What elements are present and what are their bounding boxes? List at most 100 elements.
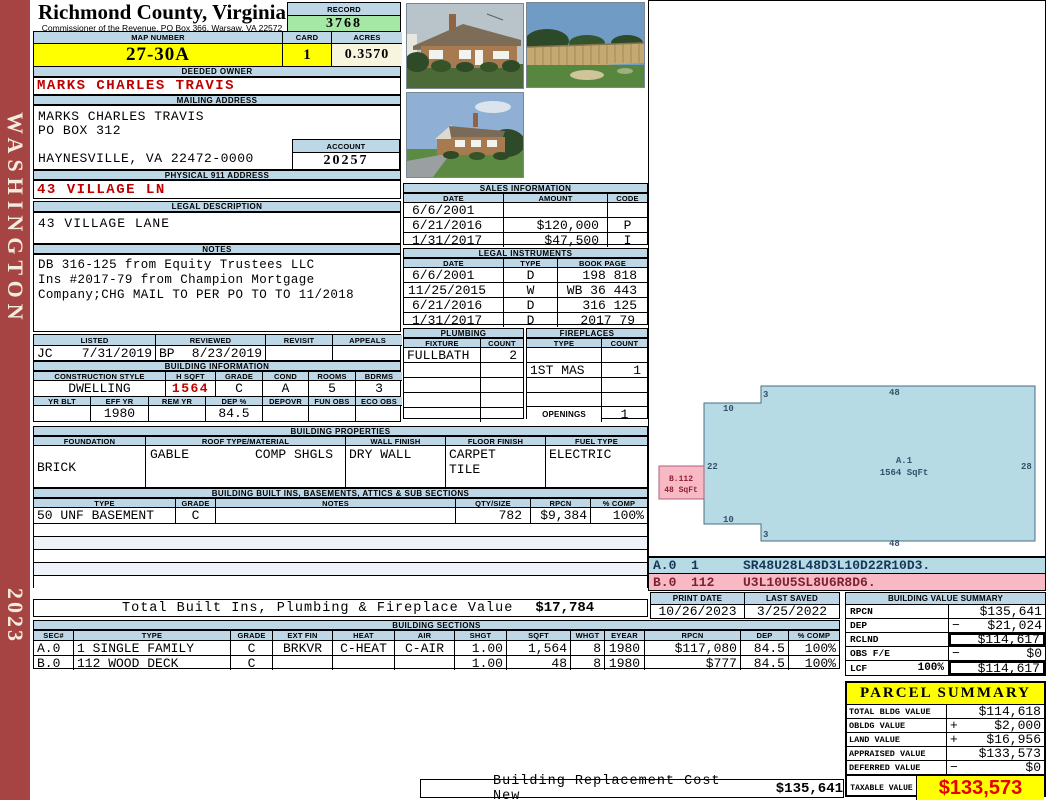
- deferred-value: $0: [1025, 760, 1041, 775]
- mailing-line-3: HAYNESVILLE, VA 22472-0000: [38, 151, 254, 166]
- replacement-cost-label: Building Replacement Cost New: [493, 773, 721, 804]
- revisit-value: [266, 346, 333, 360]
- cond-value: A: [263, 381, 309, 396]
- listed-label: LISTED: [34, 335, 156, 346]
- reviewed-label: REVIEWED: [156, 335, 266, 346]
- parcel-row: TOTAL BLDG VALUE $114,618: [847, 704, 1044, 719]
- roof-label: ROOF TYPE/MATERIAL: [146, 437, 346, 446]
- notes-line-2: Ins #2017-79 from Champion Mortgage: [38, 273, 315, 287]
- account-label: ACCOUNT: [293, 140, 399, 153]
- dim-top-3: 3: [763, 390, 768, 400]
- yrblt-label: YR BLT: [34, 397, 91, 406]
- sales-table: DATE AMOUNT CODE 6/6/2001 6/21/2016 $120…: [403, 193, 648, 247]
- parcel-row: OBLDG VALUE + $2,000: [847, 718, 1044, 733]
- account-box: ACCOUNT 20257: [292, 139, 400, 170]
- effyr-label: EFF YR: [91, 397, 149, 406]
- parcel-summary: PARCEL SUMMARY TOTAL BLDG VALUE $114,618…: [845, 681, 1046, 800]
- dim-right-28: 28: [1021, 462, 1032, 472]
- plumbing-table: FIXTURE COUNT FULLBATH 2: [403, 338, 524, 422]
- taxable-value-label: TAXABLE VALUE: [847, 776, 917, 800]
- land-value: $16,956: [986, 732, 1041, 747]
- instrument-row: 6/21/2016 D 316 125: [404, 298, 647, 313]
- total-builtins-label: Total Built Ins, Plumbing & Fireplace Va…: [122, 600, 514, 616]
- card-value: 1: [283, 44, 332, 66]
- fireplace-count-label: COUNT: [602, 339, 647, 348]
- print-date-label: PRINT DATE: [651, 593, 745, 605]
- ecoobs-label: ECO OBS: [356, 397, 402, 406]
- total-builtins-row: Total Built Ins, Plumbing & Fireplace Va…: [33, 599, 648, 617]
- funobs-value: [309, 406, 356, 421]
- hsqft-label: H SQFT: [166, 372, 216, 381]
- fuel-type-label: FUEL TYPE: [546, 437, 647, 446]
- instrument-row: 11/25/2015 W WB 36 443: [404, 283, 647, 298]
- instr-date-label: DATE: [404, 259, 504, 268]
- instrument-row: 6/6/2001 D 198 818: [404, 268, 647, 283]
- sales-row: 6/6/2001: [404, 203, 647, 218]
- notes-line-3: Company;CHG MAIL TO PER PO TO TO 11/2018: [38, 288, 355, 302]
- building-sketch: 3 10 48 22 28 10 3 48 A.1 1564 SqFt B.11…: [658, 385, 1036, 549]
- building-section-row: B.0 112 WOOD DECK C 1.00 48 8 1980 $777 …: [34, 656, 839, 670]
- sec-comp-label: % COMP: [789, 631, 839, 641]
- construction-style-value: DWELLING: [34, 381, 166, 396]
- instr-bookpage-label: BOOK PAGE: [558, 259, 647, 268]
- openings-count: 1: [620, 407, 629, 422]
- wall-finish-value: DRY WALL: [346, 446, 446, 487]
- title-block: Richmond County, Virginia Commissioner o…: [36, 1, 288, 33]
- sec-shgt-label: SHGT: [455, 631, 507, 641]
- sec-dep-label: DEP: [741, 631, 789, 641]
- physical-address-header: PHYSICAL 911 ADDRESS: [33, 170, 401, 180]
- deeded-owner-box: MARKS CHARLES TRAVIS: [33, 77, 401, 95]
- listed-date: 7/31/2019: [81, 346, 152, 360]
- ecoobs-value: [356, 406, 402, 421]
- section-b-sqft: 48 SqFt: [664, 486, 698, 495]
- obldg-value: $2,000: [994, 718, 1041, 733]
- instruments-table: DATE TYPE BOOK PAGE 6/6/2001 D 198 818 1…: [403, 258, 648, 327]
- record-label: RECORD: [288, 3, 400, 16]
- fixture-label: FIXTURE: [404, 339, 481, 348]
- dim-bottom-3: 3: [763, 530, 768, 540]
- mailing-address-header: MAILING ADDRESS: [33, 95, 401, 105]
- parcel-row: DEFERRED VALUE − $0: [847, 760, 1044, 775]
- photo-backyard-fence: [525, 2, 645, 88]
- floor-finish-label: FLOOR FINISH: [446, 437, 546, 446]
- sec-whgt-label: WHGT: [571, 631, 605, 641]
- sketch-code-row-a: A.0 1 SR48U28L48D3L10D22R10D3.: [648, 557, 1046, 574]
- map-card-acres-table: MAP NUMBER CARD ACRES 27-30A 1 0.3570: [33, 31, 402, 67]
- yrblt-value: [34, 406, 91, 421]
- building-value-summary: BUILDING VALUE SUMMARY RPCN $135,641 DEP…: [845, 592, 1046, 676]
- section-b-label: B.112: [669, 475, 693, 484]
- bdrms-label: BDRMS: [356, 372, 402, 381]
- instrument-row: 1/31/2017 D 2017 79: [404, 313, 647, 327]
- section-a-sqft: 1564 SqFt: [880, 468, 929, 478]
- dim-top-10: 10: [723, 404, 734, 414]
- replacement-cost-row: Building Replacement Cost New $135,641: [420, 774, 844, 804]
- obs-fe-value: $0: [1026, 646, 1042, 661]
- dim-left-22: 22: [707, 462, 718, 472]
- appeals-label: APPEALS: [333, 335, 402, 346]
- fireplaces-header: FIREPLACES: [526, 328, 648, 338]
- foundation-value: BRICK: [34, 446, 146, 487]
- rclnd-value: $114,617: [977, 632, 1040, 647]
- legal-description-header: LEGAL DESCRIPTION: [33, 201, 401, 212]
- sales-date-label: DATE: [404, 194, 504, 203]
- value-summary-row: DEP − $21,024: [846, 618, 1045, 633]
- sidebar-year-label: 2023: [3, 588, 28, 644]
- notes-line-1: DB 316-125 from Equity Trustees LLC: [38, 258, 315, 272]
- sales-amount-label: AMOUNT: [504, 194, 608, 203]
- account-value: 20257: [323, 153, 369, 168]
- builtins-table: TYPE GRADE NOTES QTY/SIZE RPCN % COMP 50…: [33, 498, 648, 588]
- building-properties-table: FOUNDATION ROOF TYPE/MATERIAL WALL FINIS…: [33, 436, 648, 488]
- sec-type-label: TYPE: [74, 631, 231, 641]
- mailing-line-2: PO BOX 312: [38, 123, 122, 138]
- sales-row: 6/21/2016 $120,000 P: [404, 218, 647, 233]
- bdrms-value: 3: [375, 381, 383, 396]
- sketch-code-a-num: 1: [691, 558, 699, 573]
- legal-description-box: 43 VILLAGE LANE: [33, 212, 401, 244]
- revisit-label: REVISIT: [266, 335, 333, 346]
- sidebar-district-label: WASHINGTON: [3, 112, 28, 326]
- plumbing-count-label: COUNT: [481, 339, 523, 348]
- photo-backyard-fence-image: [525, 3, 645, 87]
- plumbing-header: PLUMBING: [403, 328, 524, 338]
- sketch-code-b-num: 112: [691, 574, 715, 590]
- physical-address-value: 43 VILLAGE LN: [37, 181, 166, 198]
